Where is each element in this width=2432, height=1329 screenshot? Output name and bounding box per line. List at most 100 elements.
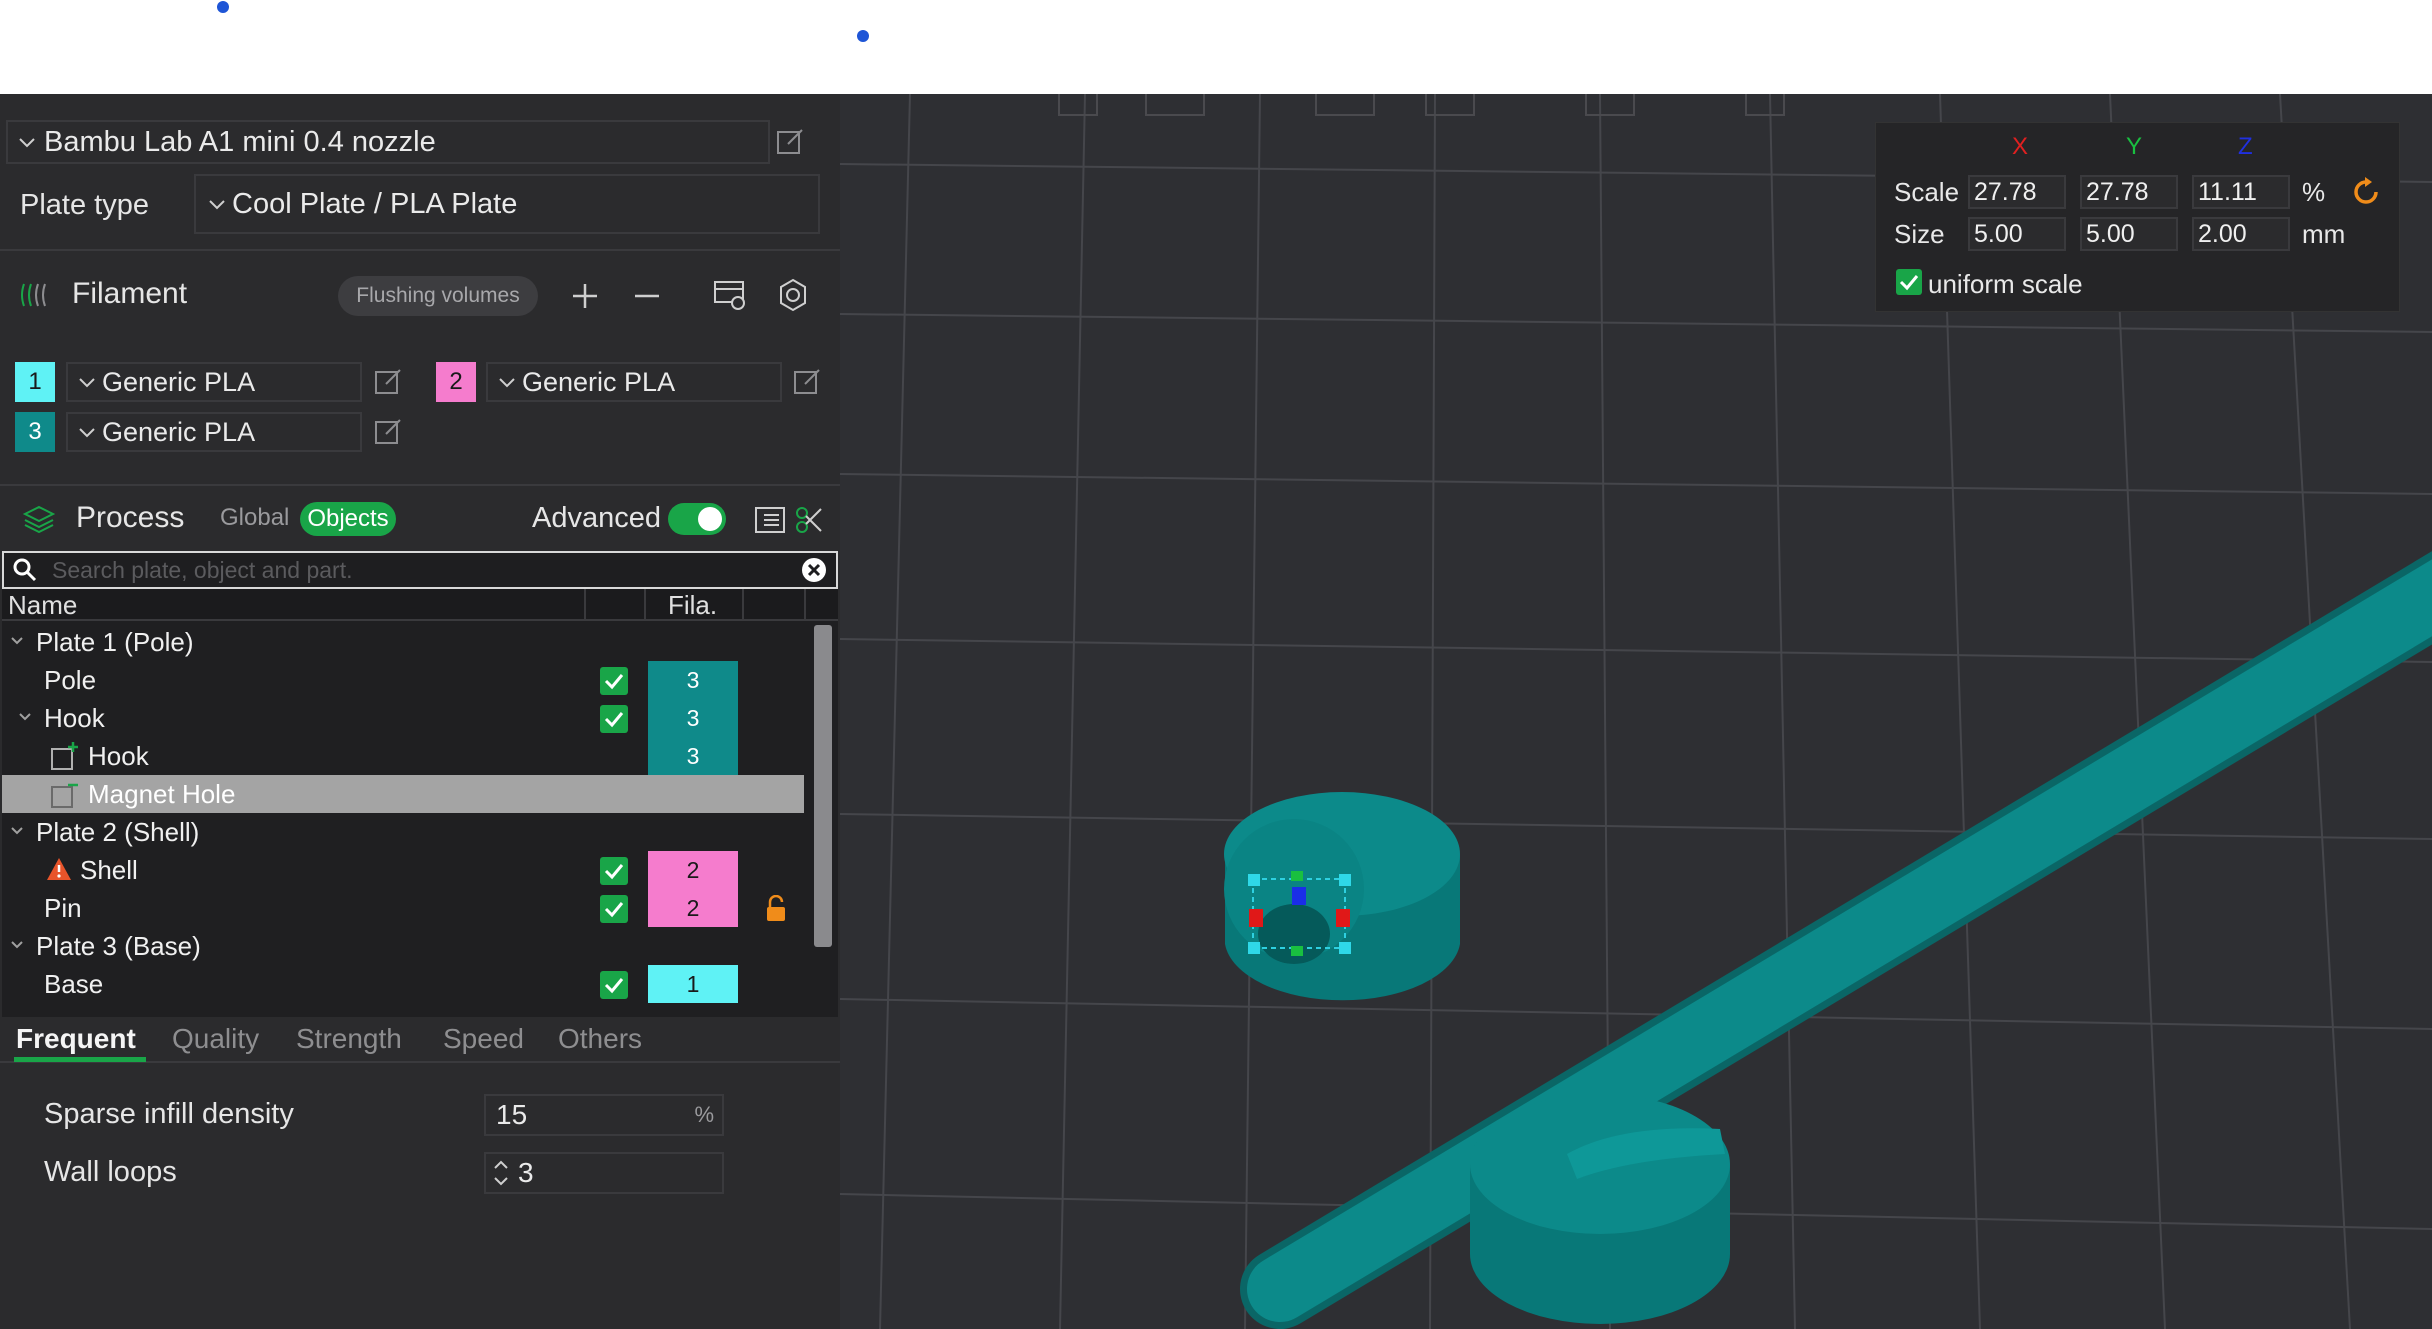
tab-others[interactable]: Others (558, 1015, 642, 1063)
uniform-scale-checkbox[interactable] (1896, 269, 1922, 295)
stepper-arrows-icon[interactable] (490, 1156, 512, 1190)
chevron-down-icon[interactable] (10, 824, 24, 838)
3d-viewport[interactable]: X Y Z Scale 27.78 27.78 11.11 % Size 5.0… (840, 94, 2432, 1329)
tab-strength[interactable]: Strength (296, 1015, 402, 1063)
column-divider (742, 589, 744, 621)
column-fila[interactable]: Fila. (668, 589, 717, 621)
tree-scrollbar-thumb[interactable] (814, 625, 832, 947)
filament-title: Filament (72, 277, 188, 310)
filament-cell[interactable]: 3 (648, 699, 738, 737)
infill-density-label: Sparse infill density (44, 1097, 294, 1130)
printable-checkbox[interactable] (600, 667, 628, 695)
printable-checkbox[interactable] (600, 895, 628, 923)
tree-row-plate-1[interactable]: Plate 1 (Pole) (2, 623, 804, 661)
indicator-dot (857, 30, 869, 42)
remove-filament-icon[interactable] (632, 281, 662, 311)
tree-row-plate-2[interactable]: Plate 2 (Shell) (2, 813, 804, 851)
filament-name: Generic PLA (102, 416, 256, 447)
chevron-down-icon[interactable] (18, 710, 32, 724)
axis-y-label: Y (2126, 133, 2143, 160)
lock-open-icon[interactable] (764, 895, 788, 923)
tree-row-pole[interactable]: Pole 3 (2, 661, 804, 699)
chevron-down-icon (79, 428, 95, 438)
left-sidebar: Bambu Lab A1 mini 0.4 nozzle Plate type … (0, 94, 840, 1329)
chevron-down-icon[interactable] (10, 938, 24, 952)
add-filament-icon[interactable] (570, 281, 600, 311)
edit-filament-icon[interactable] (792, 367, 822, 397)
scale-y-input[interactable]: 27.78 (2080, 175, 2178, 209)
filament-slot-1-select[interactable]: Generic PLA (66, 362, 362, 402)
filament-slot-2-select[interactable]: Generic PLA (486, 362, 782, 402)
printer-select[interactable]: Bambu Lab A1 mini 0.4 nozzle (6, 120, 770, 164)
scale-z-input[interactable]: 11.11 (2192, 175, 2290, 209)
column-name[interactable]: Name (8, 589, 77, 621)
filament-cell[interactable]: 3 (648, 737, 738, 775)
printable-checkbox[interactable] (600, 857, 628, 885)
flushing-volumes-button[interactable]: Flushing volumes (338, 276, 538, 316)
filament-slot-3-select[interactable]: Generic PLA (66, 412, 362, 452)
size-y-input[interactable]: 5.00 (2080, 217, 2178, 251)
filament-cell[interactable]: 3 (648, 661, 738, 699)
axis-z-label: Z (2238, 133, 2253, 160)
add-part-icon (51, 742, 78, 770)
advanced-label: Advanced (532, 501, 661, 534)
tree-row-pin[interactable]: Pin 2 (2, 889, 804, 927)
plate-type-value: Cool Plate / PLA Plate (232, 187, 518, 220)
objects-toggle[interactable]: Objects (300, 502, 396, 536)
tab-frequent[interactable]: Frequent (16, 1015, 136, 1063)
tree-row-base[interactable]: Base 1 (2, 965, 804, 1003)
printable-checkbox[interactable] (600, 705, 628, 733)
tree-row-label: Plate 1 (Pole) (36, 626, 194, 657)
wall-loops-label: Wall loops (44, 1155, 177, 1188)
warning-icon (47, 858, 71, 880)
tree-row-plate-3[interactable]: Plate 3 (Base) (2, 927, 804, 965)
filament-cell[interactable]: 1 (648, 965, 738, 1003)
global-toggle[interactable]: Global (220, 498, 289, 538)
infill-density-unit: % (694, 1102, 714, 1127)
tree-row-label: Pin (44, 892, 82, 923)
tab-quality[interactable]: Quality (172, 1015, 259, 1063)
top-bar (0, 0, 2432, 94)
tree-row-hook[interactable]: Hook 3 (2, 699, 804, 737)
indicator-dot (217, 1, 229, 13)
column-divider (584, 589, 586, 621)
filament-cell[interactable]: 2 (648, 851, 738, 889)
tree-row-label: Base (44, 968, 104, 999)
size-z-input[interactable]: 2.00 (2192, 217, 2290, 251)
filament-sync-icon[interactable] (712, 279, 748, 311)
chevron-down-icon[interactable] (10, 634, 24, 648)
negative-part-icon (51, 783, 78, 808)
filament-cell[interactable]: 2 (648, 889, 738, 927)
tree-row-magnet-hole[interactable]: Magnet Hole (2, 775, 804, 813)
scale-x-input[interactable]: 27.78 (1968, 175, 2066, 209)
settings-gear-icon[interactable] (776, 278, 810, 312)
compare-icon[interactable] (794, 505, 824, 535)
filament-slot-2-badge[interactable]: 2 (436, 362, 476, 402)
filament-slot-3-badge[interactable]: 3 (15, 412, 55, 452)
tab-speed[interactable]: Speed (443, 1015, 524, 1063)
object-search-input[interactable]: Search plate, object and part. (2, 551, 838, 589)
reset-scale-icon[interactable] (2350, 176, 2382, 208)
edit-printer-icon[interactable] (775, 127, 805, 157)
size-label: Size (1894, 219, 1945, 249)
size-x-input[interactable]: 5.00 (1968, 217, 2066, 251)
tree-row-hook-part[interactable]: Hook 3 (2, 737, 804, 775)
wall-loops-stepper[interactable]: 3 (484, 1152, 724, 1194)
edit-filament-icon[interactable] (373, 417, 403, 447)
infill-density-value: 15 (496, 1099, 528, 1130)
edit-filament-icon[interactable] (373, 367, 403, 397)
filament-name: Generic PLA (102, 366, 256, 397)
plate-type-select[interactable]: Cool Plate / PLA Plate (194, 174, 820, 234)
tree-row-label: Plate 3 (Base) (36, 930, 201, 961)
infill-density-input[interactable]: 15 % (484, 1094, 724, 1136)
list-icon[interactable] (754, 505, 786, 535)
scale-label: Scale (1894, 177, 1960, 207)
printable-checkbox[interactable] (600, 971, 628, 999)
clear-search-icon[interactable] (800, 556, 828, 584)
tree-row-shell[interactable]: Shell 2 (2, 851, 804, 889)
chevron-down-icon (19, 138, 35, 148)
axis-x-label: X (2012, 133, 2029, 160)
advanced-switch[interactable] (668, 503, 726, 535)
tree-row-label: Shell (80, 854, 138, 885)
filament-slot-1-badge[interactable]: 1 (15, 362, 55, 402)
